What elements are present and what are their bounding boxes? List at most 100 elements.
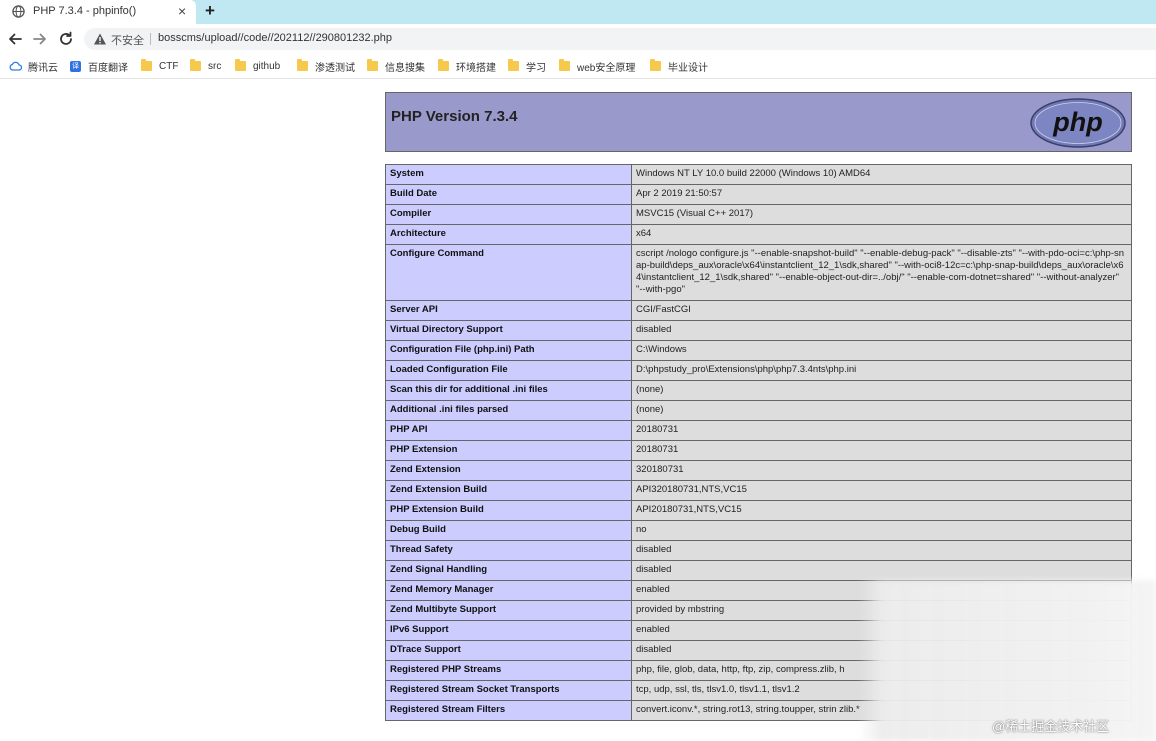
translate-icon: 译 bbox=[70, 60, 81, 72]
row-key: Thread Safety bbox=[385, 540, 632, 561]
table-row: Debug Build no bbox=[385, 520, 1132, 541]
row-value: 320180731 bbox=[631, 460, 1132, 481]
table-row: Additional .ini files parsed (none) bbox=[385, 400, 1132, 421]
row-value: cscript /nologo configure.js "--enable-s… bbox=[631, 244, 1132, 301]
arrow-right-icon[interactable] bbox=[31, 30, 49, 48]
table-row: Compiler MSVC15 (Visual C++ 2017) bbox=[385, 204, 1132, 225]
php-logo-text: php bbox=[1052, 107, 1102, 137]
bookmark-web-security[interactable]: web安全原理 bbox=[559, 59, 635, 74]
bookmark-tencent-cloud[interactable]: 腾讯云 bbox=[9, 59, 58, 74]
bookmark-github[interactable]: github bbox=[235, 59, 280, 73]
row-value: 20180731 bbox=[631, 440, 1132, 461]
row-value: Windows NT LY 10.0 build 22000 (Windows … bbox=[631, 164, 1132, 185]
bookmark-info-gathering[interactable]: 信息搜集 bbox=[367, 59, 425, 74]
table-row: PHP API 20180731 bbox=[385, 420, 1132, 441]
row-value: disabled bbox=[631, 320, 1132, 341]
watermark: @稀土掘金技术社区 bbox=[992, 719, 1110, 734]
row-key: IPv6 Support bbox=[385, 620, 632, 641]
folder-icon bbox=[650, 59, 661, 71]
table-row: Configure Command cscript /nologo configu… bbox=[385, 244, 1132, 301]
row-key: Debug Build bbox=[385, 520, 632, 541]
row-key: PHP Extension bbox=[385, 440, 632, 461]
bookmark-env-setup[interactable]: 环境搭建 bbox=[438, 59, 496, 74]
row-value: MSVC15 (Visual C++ 2017) bbox=[631, 204, 1132, 225]
address-bar[interactable]: 不安全 bosscms/upload//code//202112//290801… bbox=[84, 28, 1156, 50]
row-value: D:\phpstudy_pro\Extensions\php\php7.3.4n… bbox=[631, 360, 1132, 381]
row-key: PHP API bbox=[385, 420, 632, 441]
close-icon[interactable]: × bbox=[178, 3, 186, 19]
row-key: Loaded Configuration File bbox=[385, 360, 632, 381]
tab-title: PHP 7.3.4 - phpinfo() bbox=[33, 5, 137, 17]
tab-strip: PHP 7.3.4 - phpinfo() × + bbox=[0, 0, 1156, 24]
cloud-icon bbox=[9, 61, 22, 71]
table-row: Build Date Apr 2 2019 21:50:57 bbox=[385, 184, 1132, 205]
folder-icon bbox=[235, 59, 246, 71]
row-key: Additional .ini files parsed bbox=[385, 400, 632, 421]
row-key: Zend Signal Handling bbox=[385, 560, 632, 581]
row-key: Configuration File (php.ini) Path bbox=[385, 340, 632, 361]
folder-icon bbox=[508, 59, 519, 71]
folder-icon bbox=[141, 59, 152, 71]
row-key: Architecture bbox=[385, 224, 632, 245]
arrow-left-icon[interactable] bbox=[6, 30, 24, 48]
row-key: PHP Extension Build bbox=[385, 500, 632, 521]
bookmarks-bar: 腾讯云 译 百度翻译 CTF src github 渗透测试 信息搜集 环境搭建… bbox=[0, 54, 1156, 79]
php-logo[interactable]: php bbox=[1029, 97, 1127, 149]
folder-icon bbox=[367, 59, 378, 71]
folder-icon bbox=[297, 59, 308, 71]
browser-toolbar: 不安全 bosscms/upload//code//202112//290801… bbox=[0, 24, 1156, 54]
globe-icon bbox=[12, 5, 25, 18]
folder-icon bbox=[190, 59, 201, 71]
table-row: Zend Extension 320180731 bbox=[385, 460, 1132, 481]
row-value: 20180731 bbox=[631, 420, 1132, 441]
table-row: Server API CGI/FastCGI bbox=[385, 300, 1132, 321]
table-row: Configuration File (php.ini) Path C:\Wind… bbox=[385, 340, 1132, 361]
bookmark-graduation-project[interactable]: 毕业设计 bbox=[650, 59, 708, 74]
table-row: PHP Extension 20180731 bbox=[385, 440, 1132, 461]
row-value: disabled bbox=[631, 560, 1132, 581]
row-key: Configure Command bbox=[385, 244, 632, 301]
row-key: Virtual Directory Support bbox=[385, 320, 632, 341]
row-key: Registered Stream Socket Transports bbox=[385, 680, 632, 701]
table-row: PHP Extension Build API20180731,NTS,VC15 bbox=[385, 500, 1132, 521]
bookmark-pentest[interactable]: 渗透测试 bbox=[297, 59, 355, 74]
table-row: Zend Signal Handling disabled bbox=[385, 560, 1132, 581]
bookmark-baidu-translate[interactable]: 译 百度翻译 bbox=[70, 59, 128, 74]
row-key: DTrace Support bbox=[385, 640, 632, 661]
row-key: System bbox=[385, 164, 632, 185]
table-row: Thread Safety disabled bbox=[385, 540, 1132, 561]
folder-icon bbox=[559, 59, 570, 71]
row-value: CGI/FastCGI bbox=[631, 300, 1132, 321]
row-key: Registered PHP Streams bbox=[385, 660, 632, 681]
row-key: Compiler bbox=[385, 204, 632, 225]
php-version-header: PHP Version 7.3.4 php bbox=[385, 92, 1132, 152]
row-key: Build Date bbox=[385, 184, 632, 205]
row-value: (none) bbox=[631, 400, 1132, 421]
security-label[interactable]: 不安全 bbox=[111, 32, 144, 48]
bookmark-ctf[interactable]: CTF bbox=[141, 59, 178, 73]
row-value: Apr 2 2019 21:50:57 bbox=[631, 184, 1132, 205]
reload-icon[interactable] bbox=[57, 30, 75, 48]
row-key: Zend Extension Build bbox=[385, 480, 632, 501]
row-value: C:\Windows bbox=[631, 340, 1132, 361]
bookmark-src[interactable]: src bbox=[190, 59, 221, 73]
table-row: Scan this dir for additional .ini files(… bbox=[385, 380, 1132, 401]
table-row: Architecture x64 bbox=[385, 224, 1132, 245]
warning-icon[interactable] bbox=[93, 32, 107, 46]
new-tab-button[interactable]: + bbox=[205, 1, 215, 21]
row-value: API320180731,NTS,VC15 bbox=[631, 480, 1132, 501]
browser-tab[interactable]: PHP 7.3.4 - phpinfo() × bbox=[0, 0, 196, 24]
table-row: Virtual Directory Support disabled bbox=[385, 320, 1132, 341]
bookmark-study[interactable]: 学习 bbox=[508, 59, 546, 74]
page-title: PHP Version 7.3.4 bbox=[391, 108, 518, 125]
folder-icon bbox=[438, 59, 449, 71]
row-value: API20180731,NTS,VC15 bbox=[631, 500, 1132, 521]
divider bbox=[150, 33, 151, 45]
row-value: x64 bbox=[631, 224, 1132, 245]
row-key: Zend Extension bbox=[385, 460, 632, 481]
url-text[interactable]: bosscms/upload//code//202112//290801232.… bbox=[158, 32, 392, 44]
row-value: disabled bbox=[631, 540, 1132, 561]
row-key: Zend Memory Manager bbox=[385, 580, 632, 601]
row-key: Server API bbox=[385, 300, 632, 321]
row-value: (none) bbox=[631, 380, 1132, 401]
